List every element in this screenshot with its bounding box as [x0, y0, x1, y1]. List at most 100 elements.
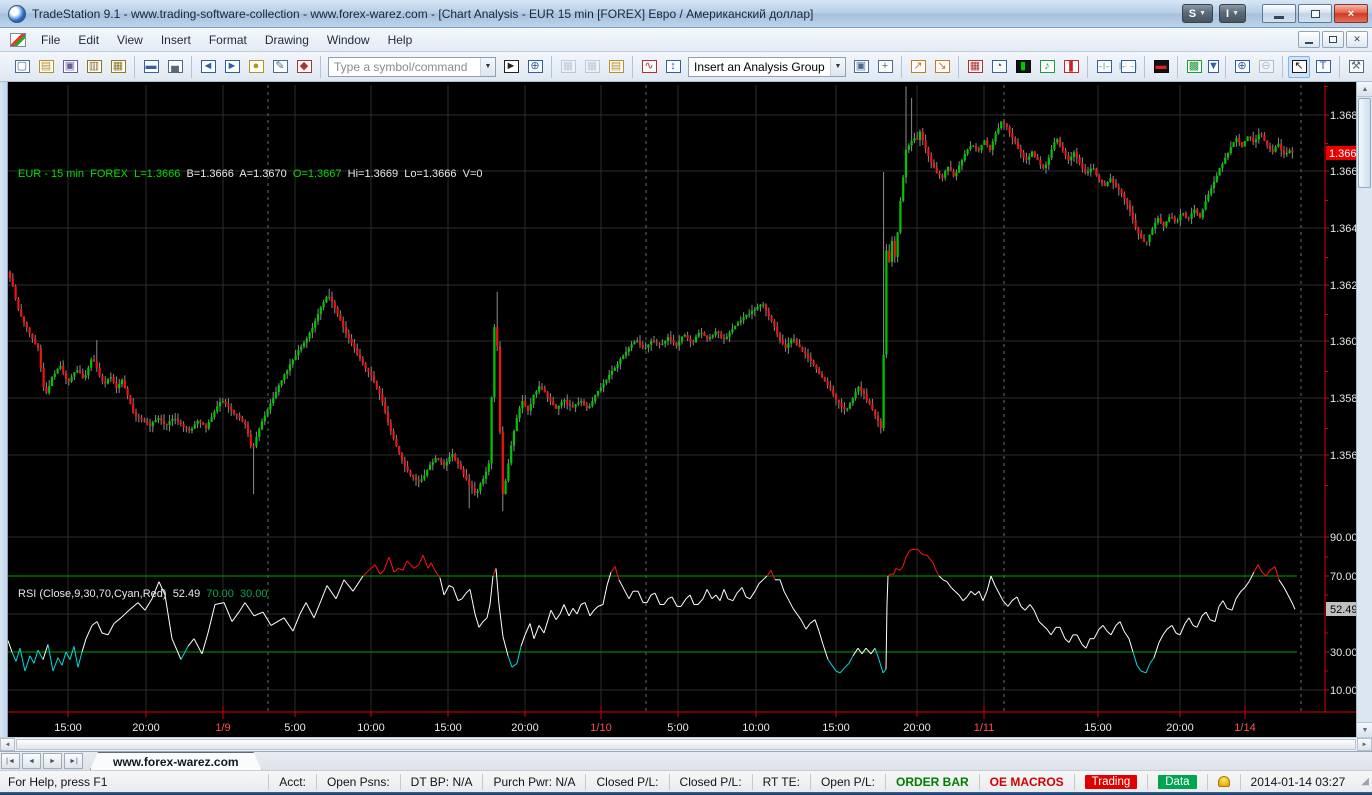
chevron-down-icon[interactable]: ▼ [480, 58, 495, 76]
close-icon: × [1348, 8, 1354, 20]
tab-prev-button[interactable]: ◄ [22, 753, 41, 769]
object-palette-button[interactable]: ◆ [293, 56, 315, 78]
glyph: ♪ [1044, 61, 1050, 72]
chart-type-dropdown[interactable]: ▼ [1207, 56, 1220, 78]
chevron-down-icon[interactable]: ▼ [830, 58, 845, 76]
glyph: ▤ [41, 61, 51, 72]
strategy-chart-button[interactable]: ∿ [638, 56, 660, 78]
horizontal-scroll-thumb[interactable] [16, 739, 1356, 750]
quote-board-button[interactable]: ▤ [605, 56, 627, 78]
window-add-button[interactable]: + [874, 56, 896, 78]
symbol-command-input[interactable]: Type a symbol/command▼ [328, 57, 496, 77]
menu-item-help[interactable]: Help [379, 30, 422, 50]
volume-bars-button[interactable]: ♪ [1036, 56, 1058, 78]
time-history-button[interactable]: ◔ [988, 56, 1010, 78]
compress-bars-button[interactable]: →|← [1093, 56, 1115, 78]
open-workspace-button[interactable]: ▦ [107, 56, 129, 78]
glyph: ▼ [1208, 61, 1219, 72]
time-axis-label: 15:00 [1084, 722, 1112, 734]
glyph: ▩ [1189, 61, 1199, 72]
receive-chart-button[interactable]: ↘ [931, 56, 953, 78]
sort-updown-button[interactable]: ↕ [662, 56, 684, 78]
menu-item-format[interactable]: Format [200, 30, 256, 50]
window-tile-button[interactable]: ▣ [850, 56, 872, 78]
session-calendar-button[interactable]: ▦ [964, 56, 986, 78]
long-short-bars-button[interactable]: ▬ [1150, 56, 1172, 78]
menu-item-window[interactable]: Window [318, 30, 379, 50]
menu-item-insert[interactable]: Insert [152, 30, 200, 50]
send-chart-button[interactable]: ↗ [907, 56, 929, 78]
zoom-out-button[interactable]: ⊖ [1255, 56, 1277, 78]
scroll-right-icon[interactable]: ► [1357, 738, 1372, 751]
toolbar-separator [1177, 56, 1178, 78]
glyph: ▦ [563, 61, 573, 72]
tab-first-button[interactable]: |◄ [1, 753, 20, 769]
time-axis-label: 20:00 [1166, 722, 1194, 734]
glyph: + [882, 61, 888, 72]
scroll-down-icon[interactable]: ▼ [1357, 722, 1372, 737]
price-chart-canvas[interactable]: 1.36801.36601.36401.36201.36001.35801.35… [8, 82, 1356, 737]
matrix-button[interactable]: ▦ [581, 56, 603, 78]
menu-item-file[interactable]: File [32, 30, 69, 50]
scroll-left-icon[interactable]: ◄ [0, 738, 15, 751]
close-button[interactable]: × [1334, 4, 1368, 23]
intraday-chart-button[interactable]: ▮ [1012, 56, 1034, 78]
workspace-tab-active[interactable]: www.forex-warez.com [90, 752, 262, 770]
copy-window-button[interactable]: ▣ [59, 56, 81, 78]
vertical-scrollbar[interactable]: ▲ ▼ [1356, 82, 1372, 737]
mdi-close-button[interactable]: ✕ [1346, 31, 1368, 48]
chart-status-span: B=1.3666 A=1.3670 [180, 168, 286, 180]
symbol-lookup-button[interactable]: ⊕ [524, 56, 546, 78]
vertical-scroll-thumb[interactable] [1358, 98, 1371, 188]
status-badge-data[interactable]: Data [1158, 775, 1196, 789]
status-segment: RT TE: [752, 774, 810, 790]
save-button[interactable]: ▥ [83, 56, 105, 78]
title-bar[interactable]: TradeStation 9.1 - www.trading-software-… [0, 0, 1372, 28]
shortcuts-s-button[interactable]: S ▼ [1182, 4, 1213, 23]
format-tools-button[interactable]: ✎ [269, 56, 291, 78]
toolbar-separator [1225, 56, 1226, 78]
tab-next-button[interactable]: ► [43, 753, 62, 769]
minimize-button[interactable] [1262, 4, 1296, 23]
analysis-group-select[interactable]: Insert an Analysis Group▼ [688, 57, 846, 77]
open-button[interactable]: ▤ [35, 56, 57, 78]
toolbar-separator [1339, 56, 1340, 78]
time-axis-label: 5:00 [284, 722, 305, 734]
page-setup-button[interactable]: ▬ [140, 56, 162, 78]
pointer-button[interactable]: ↖ [1288, 56, 1310, 78]
indicators-i-button[interactable]: I ▼ [1219, 4, 1246, 23]
forward-window-button[interactable]: ► [221, 56, 243, 78]
menu-item-drawing[interactable]: Drawing [256, 30, 318, 50]
price-axis-label: 1.3660 [1330, 166, 1356, 178]
radarscreen-button[interactable]: ▦ [557, 56, 579, 78]
chart-text-button[interactable]: T [1312, 56, 1334, 78]
drawing-tools-button[interactable]: ⚒ [1345, 56, 1367, 78]
candle-style-button[interactable]: ❚ [1060, 56, 1082, 78]
lock-button[interactable]: ● [245, 56, 267, 78]
chart-type-button[interactable]: ▩ [1183, 56, 1205, 78]
scroll-up-icon[interactable]: ▲ [1357, 82, 1372, 97]
time-axis-label: 15:00 [434, 722, 462, 734]
go-button[interactable]: ► [500, 56, 522, 78]
expand-bars-button[interactable]: |←→| [1117, 56, 1139, 78]
zoom-in-button[interactable]: ⊕ [1231, 56, 1253, 78]
restore-button[interactable] [1298, 4, 1332, 23]
back-window-button[interactable]: ◄ [197, 56, 219, 78]
glyph: T [1320, 61, 1327, 72]
mdi-restore-button[interactable] [1322, 31, 1344, 48]
restore-icon [1311, 10, 1320, 18]
toolbar-separator [1282, 56, 1283, 78]
alert-bell-icon[interactable] [1207, 774, 1240, 790]
new-chart-button[interactable]: ▢ [11, 56, 33, 78]
horizontal-scrollbar[interactable]: ◄ ► [0, 737, 1372, 751]
status-segment: Data [1147, 774, 1206, 790]
chart-analysis-window[interactable]: 1.36801.36601.36401.36201.36001.35801.35… [0, 82, 1372, 737]
menu-item-edit[interactable]: Edit [69, 30, 108, 50]
menu-item-view[interactable]: View [108, 30, 152, 50]
mdi-minimize-button[interactable] [1298, 31, 1320, 48]
status-badge-trading[interactable]: Trading [1085, 775, 1138, 789]
print-button[interactable]: ▄ [164, 56, 186, 78]
tab-last-button[interactable]: ►| [64, 753, 83, 769]
resize-grip-icon[interactable]: ◢ [1355, 776, 1372, 787]
chart-window-icon[interactable] [10, 33, 26, 47]
